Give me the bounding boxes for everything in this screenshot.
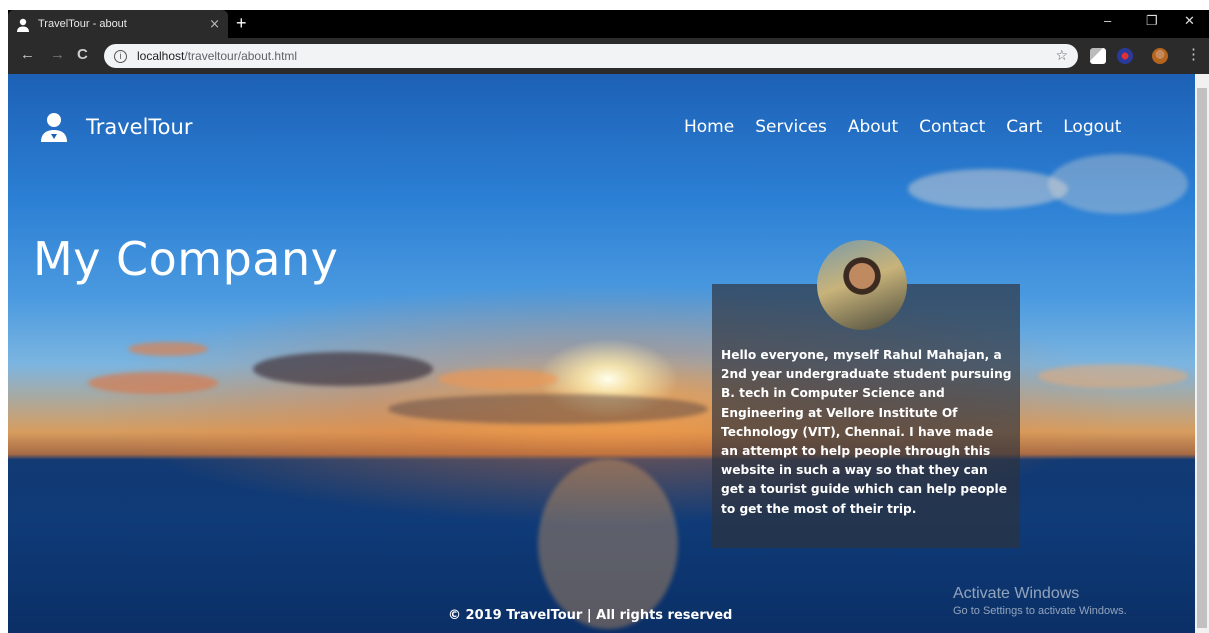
nav-cart[interactable]: Cart bbox=[1006, 117, 1042, 137]
address-bar[interactable]: i localhost /traveltour/about.html ☆ bbox=[104, 44, 1078, 68]
tab-close-icon[interactable]: × bbox=[209, 17, 220, 32]
new-tab-button[interactable]: + bbox=[236, 14, 247, 32]
profile-photo bbox=[817, 240, 907, 330]
nav-logout[interactable]: Logout bbox=[1063, 117, 1121, 137]
window-close-icon[interactable]: ✕ bbox=[1184, 13, 1195, 29]
footer-copyright: © 2019 TravelTour | All rights reserved bbox=[448, 608, 733, 623]
restore-icon[interactable]: ❐ bbox=[1146, 13, 1158, 29]
brand-name: TravelTour bbox=[86, 115, 193, 139]
cloud bbox=[1048, 154, 1188, 214]
cloud bbox=[253, 352, 433, 386]
reload-icon[interactable]: C bbox=[77, 46, 88, 63]
nav-about[interactable]: About bbox=[848, 117, 898, 137]
scrollbar-thumb[interactable] bbox=[1197, 88, 1207, 628]
sun-reflection bbox=[538, 459, 678, 629]
cloud bbox=[128, 342, 208, 356]
menu-icon[interactable]: ⋮ bbox=[1186, 45, 1201, 63]
cloud bbox=[438, 369, 558, 389]
brand[interactable]: TravelTour bbox=[40, 112, 192, 142]
minimize-icon[interactable]: – bbox=[1104, 13, 1111, 28]
url-path: /traveltour/about.html bbox=[184, 49, 298, 63]
page-title: My Company bbox=[33, 232, 339, 286]
about-text: Hello everyone, myself Rahul Mahajan, a … bbox=[721, 348, 1012, 516]
user-icon bbox=[16, 17, 30, 32]
tab-title: TravelTour - about bbox=[38, 18, 127, 30]
main-nav: Home Services About Contact Cart Logout bbox=[684, 117, 1121, 137]
cloud bbox=[908, 169, 1068, 209]
back-icon[interactable]: ← bbox=[20, 46, 35, 63]
watermark-title: Activate Windows bbox=[953, 585, 1080, 602]
nav-contact[interactable]: Contact bbox=[919, 117, 985, 137]
nav-services[interactable]: Services bbox=[755, 117, 827, 137]
user-icon bbox=[40, 112, 68, 142]
cloud bbox=[88, 372, 218, 394]
bookmark-star-icon[interactable]: ☆ bbox=[1055, 48, 1068, 64]
nav-home[interactable]: Home bbox=[684, 117, 734, 137]
info-icon[interactable]: i bbox=[114, 49, 127, 63]
windows-activation-watermark: Activate Windows Go to Settings to activ… bbox=[953, 585, 1127, 617]
url-host: localhost bbox=[137, 49, 185, 63]
extension-icon[interactable] bbox=[1090, 48, 1106, 64]
browser-tab[interactable]: TravelTour - about × bbox=[8, 10, 228, 38]
cloud bbox=[388, 394, 708, 424]
forward-icon[interactable]: → bbox=[50, 46, 65, 63]
profile-avatar[interactable] bbox=[1152, 48, 1168, 64]
watermark-subtitle: Go to Settings to activate Windows. bbox=[953, 605, 1127, 617]
extension-icon[interactable] bbox=[1117, 48, 1133, 64]
cloud bbox=[1038, 364, 1188, 388]
